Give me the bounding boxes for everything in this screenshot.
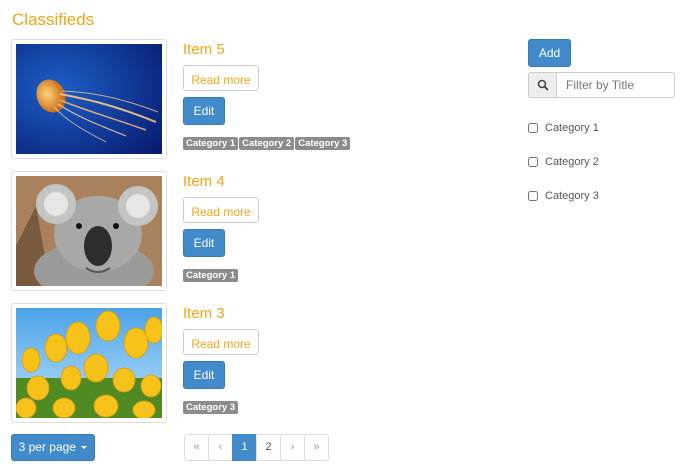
edit-button[interactable]: Edit [183,229,225,257]
koala-image [16,176,162,286]
category-labels: Category 1 [183,265,239,282]
filter-label: Category 3 [545,190,599,202]
page-title: Classifieds [12,10,95,29]
item-title[interactable]: Item 4 [183,173,225,190]
filter-label: Category 2 [545,156,599,168]
next-page-button[interactable]: › [280,434,305,461]
search-icon [528,72,557,98]
page-2-button[interactable]: 2 [256,434,281,461]
filter-category-2[interactable]: Category 2 [528,156,599,168]
category-1-checkbox[interactable] [528,123,538,133]
edit-button[interactable]: Edit [183,97,225,125]
filter-category-3[interactable]: Category 3 [528,190,599,202]
read-more-button[interactable]: Read more [183,65,259,91]
category-2-checkbox[interactable] [528,157,538,167]
tulips-image [16,308,162,418]
read-more-button[interactable]: Read more [183,197,259,223]
caret-down-icon [81,446,88,450]
category-badge: Category 2 [239,137,295,150]
category-3-checkbox[interactable] [528,191,538,201]
read-more-button[interactable]: Read more [183,329,259,355]
per-page-dropdown[interactable]: 3 per page [11,434,95,461]
item-title[interactable]: Item 5 [183,41,225,58]
list-item: Item 5 Read more Edit Category 1 Category… [11,39,511,159]
list-item: Item 3 Read more Edit Category 3 [11,303,511,423]
pagination: « ‹ 1 2 › » [184,434,329,461]
per-page-label: 3 per page [18,440,77,454]
search-input[interactable] [557,72,675,98]
first-page-button[interactable]: « [184,434,209,461]
last-page-button[interactable]: » [304,434,329,461]
page-1-button[interactable]: 1 [232,434,257,461]
category-badge: Category 3 [295,137,351,150]
category-badge: Category 1 [183,137,239,150]
jellyfish-image [16,44,162,154]
category-badge: Category 1 [183,269,239,282]
prev-page-button[interactable]: ‹ [208,434,233,461]
item-thumbnail[interactable] [11,303,167,423]
item-title[interactable]: Item 3 [183,305,225,322]
category-badge: Category 3 [183,401,239,414]
item-thumbnail[interactable] [11,171,167,291]
filter-label: Category 1 [545,122,599,134]
add-button[interactable]: Add [528,39,571,67]
category-labels: Category 3 [183,397,239,414]
list-item: Item 4 Read more Edit Category 1 [11,171,511,291]
edit-button[interactable]: Edit [183,361,225,389]
item-thumbnail[interactable] [11,39,167,159]
category-labels: Category 1 Category 2 Category 3 [183,133,351,150]
search-group [528,72,675,98]
filter-category-1[interactable]: Category 1 [528,122,599,134]
